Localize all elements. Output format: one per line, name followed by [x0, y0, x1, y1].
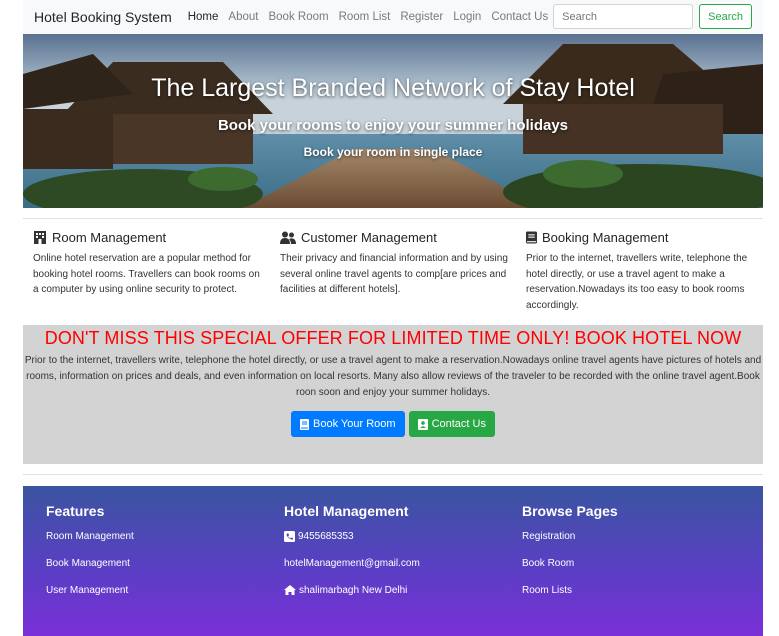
phone-icon	[284, 531, 295, 542]
footer-browse-column: Browse Pages Registration Book Room Room…	[522, 503, 742, 612]
brand-logo[interactable]: Hotel Booking System	[34, 9, 172, 25]
users-icon	[280, 231, 296, 244]
footer-heading: Browse Pages	[522, 503, 618, 519]
footer-link-user-management[interactable]: User Management	[46, 585, 266, 612]
hero-title: The Largest Branded Network of Stay Hote…	[151, 74, 635, 102]
nav-register[interactable]: Register	[400, 11, 443, 23]
footer-link-room-management[interactable]: Room Management	[46, 531, 266, 558]
feature-text: Their privacy and financial information …	[280, 253, 508, 295]
feature-heading: Room Management	[33, 230, 261, 245]
footer-heading: Hotel Management	[284, 503, 409, 519]
feature-text: Online hotel reservation are a popular m…	[33, 253, 260, 295]
book-your-room-button[interactable]: Book Your Room	[291, 411, 405, 437]
nav-login[interactable]: Login	[453, 11, 481, 23]
search-form: Search	[553, 4, 752, 29]
footer-link-registration[interactable]: Registration	[522, 531, 742, 558]
special-offer-section: DON'T MISS THIS SPECIAL OFFER FOR LIMITE…	[23, 325, 763, 464]
search-button[interactable]: Search	[699, 4, 752, 29]
feature-room-management: Room Management Online hotel reservation…	[33, 230, 261, 298]
footer-link-book-management[interactable]: Book Management	[46, 558, 266, 585]
footer-email: hotelManagement@gmail.com	[284, 558, 504, 585]
book-icon	[526, 231, 537, 244]
nav-home[interactable]: Home	[188, 11, 219, 23]
footer-phone: 9455685353	[284, 531, 504, 558]
navbar: Hotel Booking System Home About Book Roo…	[23, 0, 763, 34]
nav-room-list[interactable]: Room List	[339, 11, 391, 23]
offer-text: Prior to the internet, travellers write,…	[24, 355, 762, 398]
divider	[23, 474, 763, 475]
contact-card-icon	[417, 418, 428, 430]
feature-customer-management: Customer Management Their privacy and fi…	[280, 230, 508, 298]
footer-link-room-lists[interactable]: Room Lists	[522, 585, 742, 612]
footer-link-book-room[interactable]: Book Room	[522, 558, 742, 585]
footer-hotel-column: Hotel Management 9455685353 hotelManagem…	[284, 503, 504, 612]
nav-contact-us[interactable]: Contact Us	[491, 11, 548, 23]
feature-booking-management: Booking Management Prior to the internet…	[526, 230, 754, 313]
divider	[23, 218, 763, 219]
nav-links: Home About Book Room Room List Register …	[188, 11, 558, 23]
search-input[interactable]	[553, 4, 694, 29]
feature-title: Room Management	[52, 230, 167, 245]
hero-banner: The Largest Branded Network of Stay Hote…	[23, 34, 763, 208]
footer-phone-number: 9455685353	[298, 531, 354, 542]
footer: Features Room Management Book Management…	[23, 486, 763, 636]
offer-heading: DON'T MISS THIS SPECIAL OFFER FOR LIMITE…	[44, 328, 742, 348]
feature-title: Booking Management	[542, 230, 669, 245]
nav-about[interactable]: About	[228, 11, 258, 23]
book-icon	[300, 418, 309, 430]
hotel-icon	[34, 231, 46, 244]
footer-heading: Features	[46, 503, 105, 519]
feature-heading: Booking Management	[526, 230, 754, 245]
contact-button-label: Contact Us	[431, 418, 486, 430]
footer-address-text: shalimarbagh New Delhi	[299, 585, 408, 596]
hero-subtitle: Book your rooms to enjoy your summer hol…	[217, 117, 569, 134]
book-button-label: Book Your Room	[313, 418, 396, 430]
footer-features-column: Features Room Management Book Management…	[46, 503, 266, 612]
contact-us-button[interactable]: Contact Us	[408, 411, 495, 437]
offer-buttons: Book Your Room Contact Us	[23, 411, 763, 437]
feature-text: Prior to the internet, travellers write,…	[526, 253, 748, 311]
footer-email-address: hotelManagement@gmail.com	[284, 558, 420, 569]
footer-address: shalimarbagh New Delhi	[284, 585, 504, 612]
home-icon	[284, 585, 296, 595]
feature-heading: Customer Management	[280, 230, 508, 245]
nav-book-room[interactable]: Book Room	[268, 11, 328, 23]
hero-tagline: Book your room in single place	[303, 145, 483, 159]
feature-title: Customer Management	[301, 230, 437, 245]
